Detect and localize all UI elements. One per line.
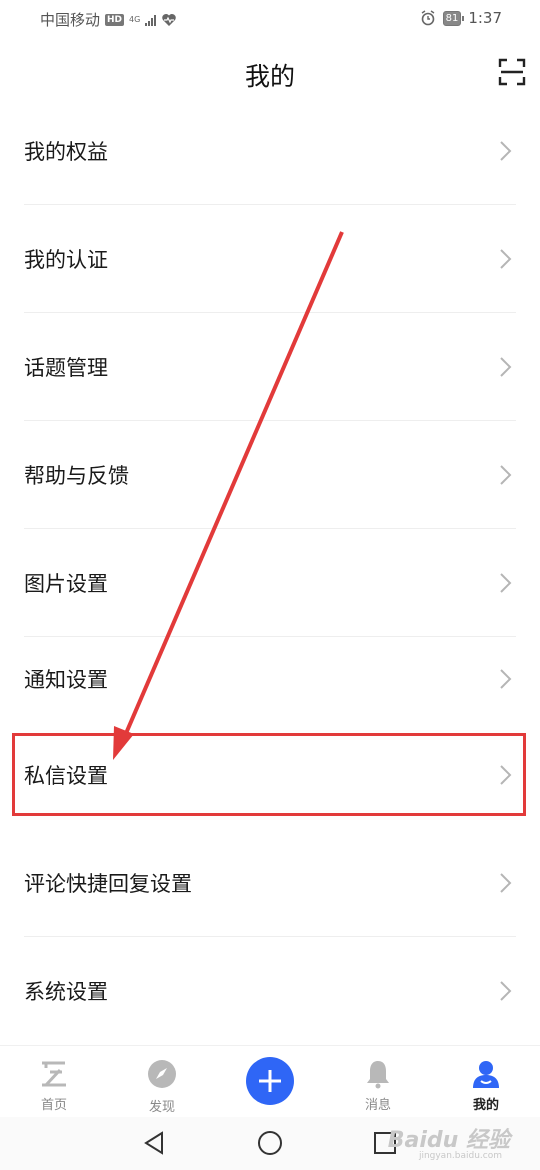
home-nav-icon[interactable] xyxy=(257,1130,283,1156)
bell-icon xyxy=(367,1061,389,1089)
tab-me[interactable]: 我的 xyxy=(432,1046,540,1118)
tab-messages[interactable]: 消息 xyxy=(324,1046,432,1118)
tab-label: 首页 xyxy=(40,1098,67,1113)
annotation-arrow-icon xyxy=(113,231,344,760)
back-icon[interactable] xyxy=(142,1130,168,1156)
tab-home[interactable]: 首页 xyxy=(0,1046,108,1118)
watermark-url: jingyan.baidu.com xyxy=(418,1151,502,1161)
compass-icon xyxy=(148,1060,176,1088)
watermark: Baidu 经验 xyxy=(387,1128,510,1153)
home-icon xyxy=(42,1061,66,1087)
tab-label: 消息 xyxy=(364,1098,391,1113)
user-icon xyxy=(473,1061,499,1088)
tab-label: 我的 xyxy=(472,1098,499,1113)
plus-icon[interactable] xyxy=(246,1057,294,1105)
tab-discover[interactable]: 发现 xyxy=(108,1046,216,1118)
tab-label: 发现 xyxy=(148,1100,175,1115)
